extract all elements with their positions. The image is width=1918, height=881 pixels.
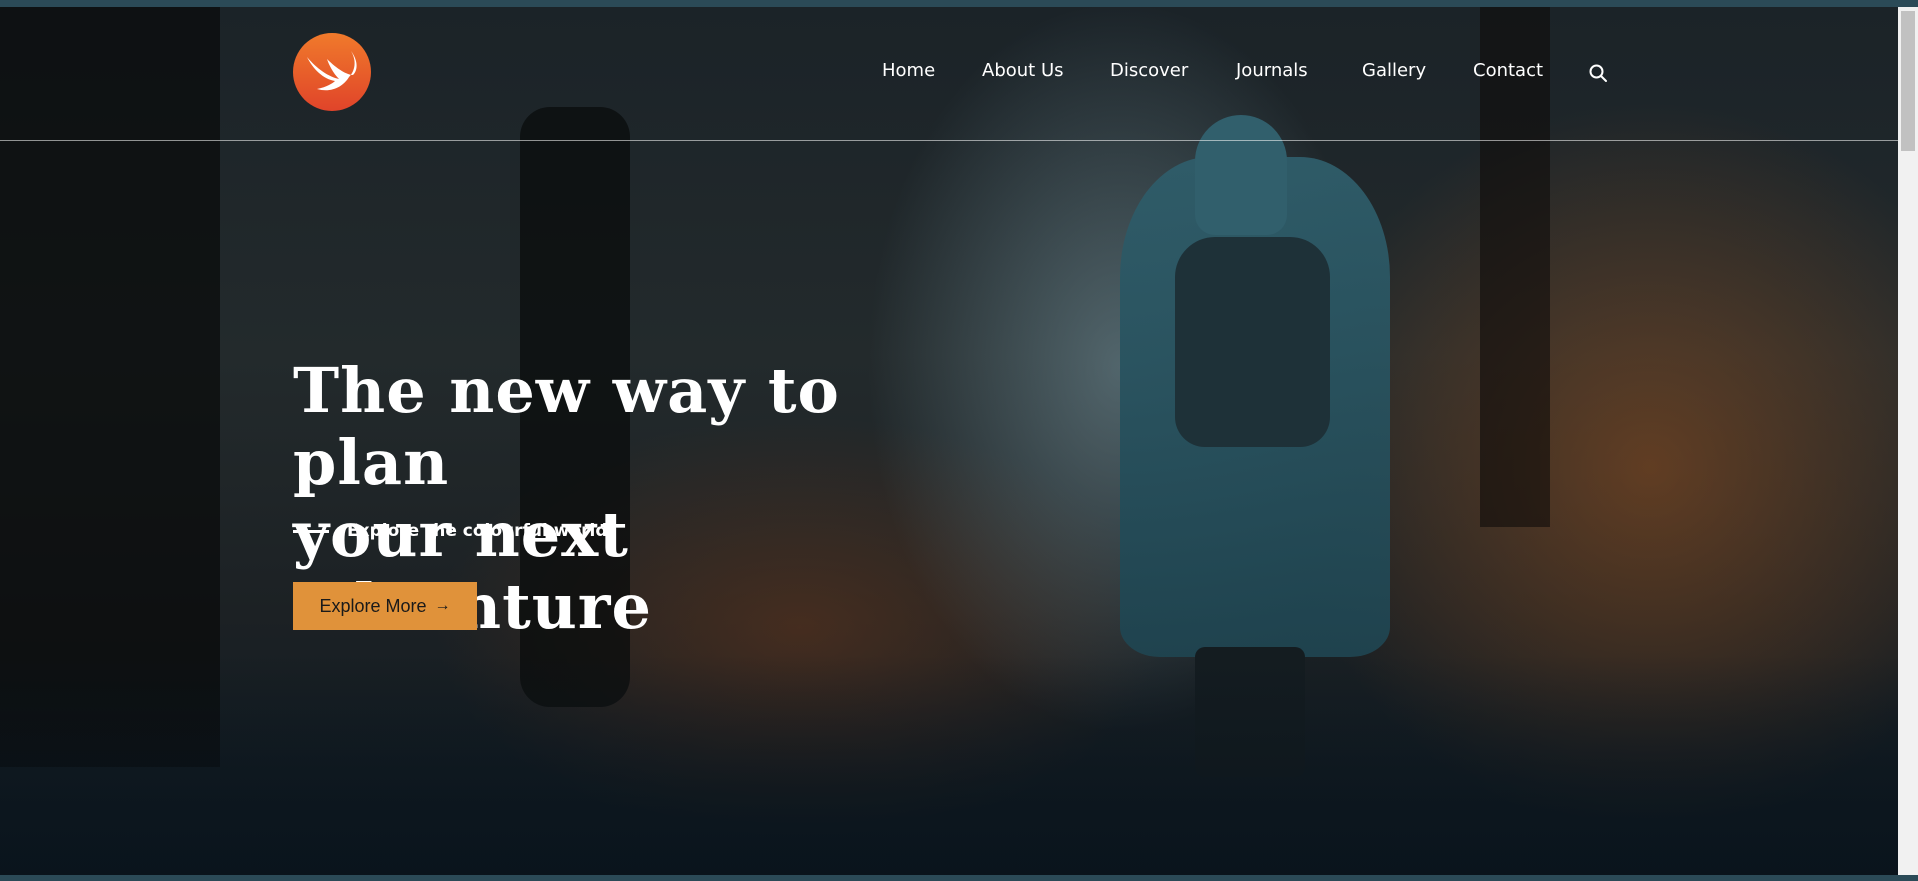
browser-top-strip <box>0 0 1918 7</box>
nav-about-us[interactable]: About Us <box>982 60 1064 81</box>
search-button[interactable] <box>1588 63 1608 83</box>
arrow-right-icon: → <box>434 597 451 614</box>
nav-gallery[interactable]: Gallery <box>1362 60 1426 81</box>
browser-bottom-strip <box>0 875 1918 881</box>
page-scrollbar[interactable] <box>1898 7 1918 875</box>
site-logo[interactable] <box>293 33 371 111</box>
nav-home[interactable]: Home <box>882 60 935 81</box>
nav-discover[interactable]: Discover <box>1110 60 1188 81</box>
background-tree <box>0 7 220 767</box>
subtitle-dash <box>293 529 329 533</box>
swift-bird-icon <box>307 51 357 91</box>
background-tree <box>1480 7 1550 527</box>
hiker-backpack <box>1175 237 1330 447</box>
hero-subtitle: Explore the colourful world <box>347 521 608 541</box>
search-icon <box>1589 64 1607 82</box>
explore-more-label: Explore More <box>319 595 427 616</box>
hero-subtitle-row: Explore the colourful world <box>293 521 608 541</box>
nav-journals[interactable]: Journals <box>1236 60 1308 81</box>
header-divider <box>0 140 1898 141</box>
hero-headline-line1: The new way to plan <box>293 354 840 499</box>
nav-contact[interactable]: Contact <box>1473 60 1543 81</box>
explore-more-button[interactable]: Explore More → <box>293 582 477 630</box>
hiker-hood <box>1195 115 1287 235</box>
hero-overlay <box>0 655 1898 875</box>
scrollbar-thumb[interactable] <box>1901 11 1915 151</box>
